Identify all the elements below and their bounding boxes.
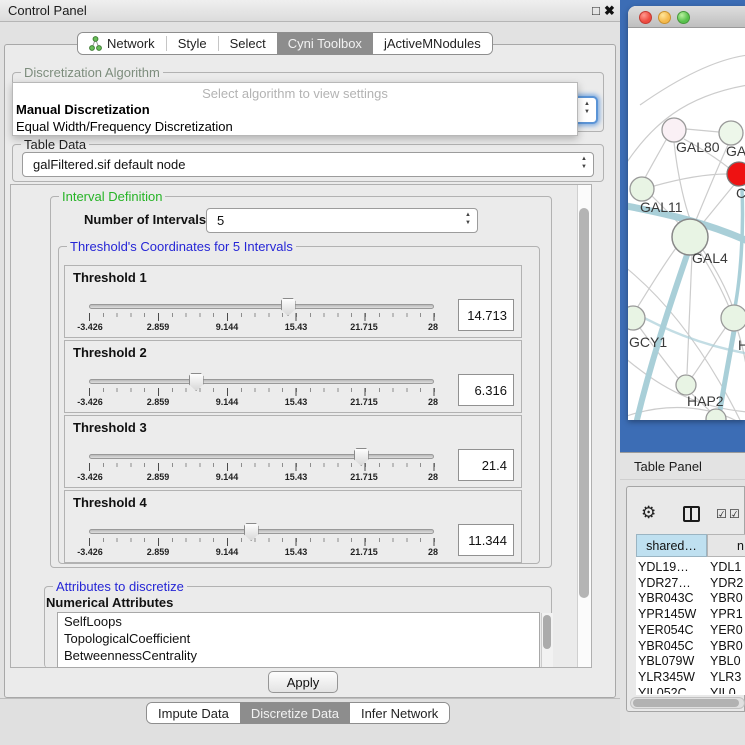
table-panel-titlebar: Table Panel <box>620 452 745 480</box>
group-title: Table Data <box>21 137 89 152</box>
checkbox-icon[interactable]: ☑ <box>716 507 727 521</box>
dropdown-hint: Select algorithm to view settings <box>13 86 577 101</box>
number-of-intervals-label: Number of Intervals <box>84 212 206 227</box>
apply-button[interactable]: Apply <box>268 671 338 693</box>
dropdown-option-manual[interactable]: Manual Discretization <box>16 102 150 117</box>
table-row[interactable]: YDL19…YDL1 <box>636 560 745 576</box>
node-label: GAL4 <box>692 250 728 266</box>
table-row[interactable]: YPR145WYPR1 <box>636 607 745 623</box>
zoom-traffic-light[interactable] <box>677 11 690 24</box>
number-of-intervals-combobox[interactable]: 5 ▲▼ <box>206 208 478 233</box>
table-row[interactable]: YBL079WYBL0 <box>636 654 745 670</box>
numerical-attributes-label: Numerical Attributes <box>46 595 173 610</box>
table-row[interactable]: YBR043CYBR0 <box>636 591 745 607</box>
root: Control Panel □ ✖ Network Style Select C… <box>0 0 745 745</box>
columns-icon[interactable] <box>683 506 700 522</box>
tab-select[interactable]: Select <box>219 33 277 54</box>
threshold-1-panel: Threshold 1 -3.4262.8599.14415.4321.7152… <box>64 265 522 338</box>
node-label: C <box>736 185 745 201</box>
node-label: GCY1 <box>629 334 667 350</box>
group-title: Interval Definition <box>59 189 165 204</box>
node-table: shared… n YDL19…YDL1 YDR27…YDR2 YBR043CY… <box>636 534 745 694</box>
control-panel-tabs: Network Style Select Cyni Toolbox jActiv… <box>77 32 493 55</box>
threshold-4-value-field[interactable]: 11.344 <box>458 524 514 556</box>
table-row[interactable]: YER054CYER0 <box>636 623 745 639</box>
group-title: Discretization Algorithm <box>21 65 163 80</box>
list-item[interactable]: SelfLoops <box>58 613 539 630</box>
stepper-arrows-icon: ▲▼ <box>584 100 590 116</box>
close-icon[interactable]: ✖ <box>604 3 615 19</box>
threshold-3-slider[interactable] <box>89 454 434 459</box>
threshold-2-slider[interactable] <box>89 379 434 384</box>
table-data-combobox[interactable]: galFiltered.sif default node ▲▼ <box>22 152 594 177</box>
tab-network[interactable]: Network <box>78 33 166 54</box>
threshold-1-value-field[interactable]: 14.713 <box>458 299 514 331</box>
minimize-traffic-light[interactable] <box>658 11 671 24</box>
tab-impute-data[interactable]: Impute Data <box>147 703 240 723</box>
list-item[interactable]: TopologicalCoefficient <box>58 630 539 647</box>
tab-infer-network[interactable]: Infer Network <box>350 703 449 723</box>
node-gcy1[interactable] <box>628 306 645 330</box>
tab-jactivemnodules[interactable]: jActiveMNodules <box>373 33 492 54</box>
threshold-1-slider[interactable] <box>89 304 434 309</box>
slider-ticks <box>89 313 435 322</box>
threshold-4-slider[interactable] <box>89 529 434 534</box>
checkbox-icon[interactable]: ☑ <box>729 507 740 521</box>
network-canvas[interactable]: GAL80 GA GAL11 C GAL4 GCY1 H HAP2 <box>628 28 745 420</box>
network-icon <box>89 36 102 51</box>
tab-discretize-data[interactable]: Discretize Data <box>240 703 350 723</box>
node-gal11[interactable] <box>630 177 654 201</box>
stepper-arrows-icon: ▲▼ <box>581 155 587 171</box>
dropdown-option-equal-width[interactable]: Equal Width/Frequency Discretization <box>16 119 233 134</box>
slider-ticks <box>89 388 435 397</box>
table-horizontal-scrollbar-thumb[interactable] <box>633 699 739 707</box>
table-panel-title: Table Panel <box>634 459 702 474</box>
table-row[interactable]: YDR27…YDR2 <box>636 576 745 592</box>
node-h[interactable] <box>721 305 745 331</box>
node-label: H <box>738 337 745 353</box>
tab-style[interactable]: Style <box>167 33 218 54</box>
node-selected-red[interactable] <box>727 162 745 186</box>
node-label: GAL80 <box>676 139 720 155</box>
threshold-4-panel: Threshold 4 -3.4262.8599.14415.4321.7152… <box>64 490 522 563</box>
cyni-mode-tabs: Impute Data Discretize Data Infer Networ… <box>146 702 450 724</box>
slider-ticks <box>89 463 435 472</box>
group-title: Attributes to discretize <box>53 579 187 594</box>
table-row[interactable]: YBR045CYBR0 <box>636 639 745 655</box>
threshold-3-value-field[interactable]: 21.4 <box>458 449 514 481</box>
table-row[interactable]: YIL052CYIL0 <box>636 686 745 694</box>
attributes-list: SelfLoops TopologicalCoefficient Between… <box>57 612 540 668</box>
node-label: GAL11 <box>640 199 683 215</box>
vertical-scrollbar-thumb[interactable] <box>579 208 589 598</box>
column-header-name[interactable]: n <box>707 534 745 557</box>
tab-cyni-toolbox[interactable]: Cyni Toolbox <box>277 33 373 54</box>
threshold-3-panel: Threshold 3 -3.4262.8599.14415.4321.7152… <box>64 415 522 488</box>
stepper-arrows-icon: ▲▼ <box>465 211 471 227</box>
node-top-right[interactable] <box>719 121 743 145</box>
panel-title: Control Panel <box>8 3 87 18</box>
close-traffic-light[interactable] <box>639 11 652 24</box>
node-hap2[interactable] <box>676 375 696 395</box>
table-row[interactable]: YLR345WYLR3 <box>636 670 745 686</box>
node-label: GA <box>726 143 745 159</box>
algorithm-dropdown-popup: Select algorithm to view settings Manual… <box>12 82 578 136</box>
node-label: HAP2 <box>687 393 724 409</box>
slider-ticks <box>89 538 435 547</box>
control-panel-titlebar: Control Panel □ ✖ <box>0 0 620 22</box>
threshold-2-value-field[interactable]: 6.316 <box>458 374 514 406</box>
float-window-icon[interactable]: □ <box>592 3 600 18</box>
gear-icon[interactable]: ⚙ <box>641 503 656 523</box>
attributes-scrollbar-thumb[interactable] <box>543 615 551 649</box>
group-title: Threshold's Coordinates for 5 Intervals <box>67 239 296 254</box>
threshold-2-panel: Threshold 2 -3.4262.8599.14415.4321.7152… <box>64 340 522 413</box>
list-item[interactable]: BetweennessCentrality <box>58 647 539 664</box>
column-header-shared[interactable]: shared… <box>636 534 707 557</box>
